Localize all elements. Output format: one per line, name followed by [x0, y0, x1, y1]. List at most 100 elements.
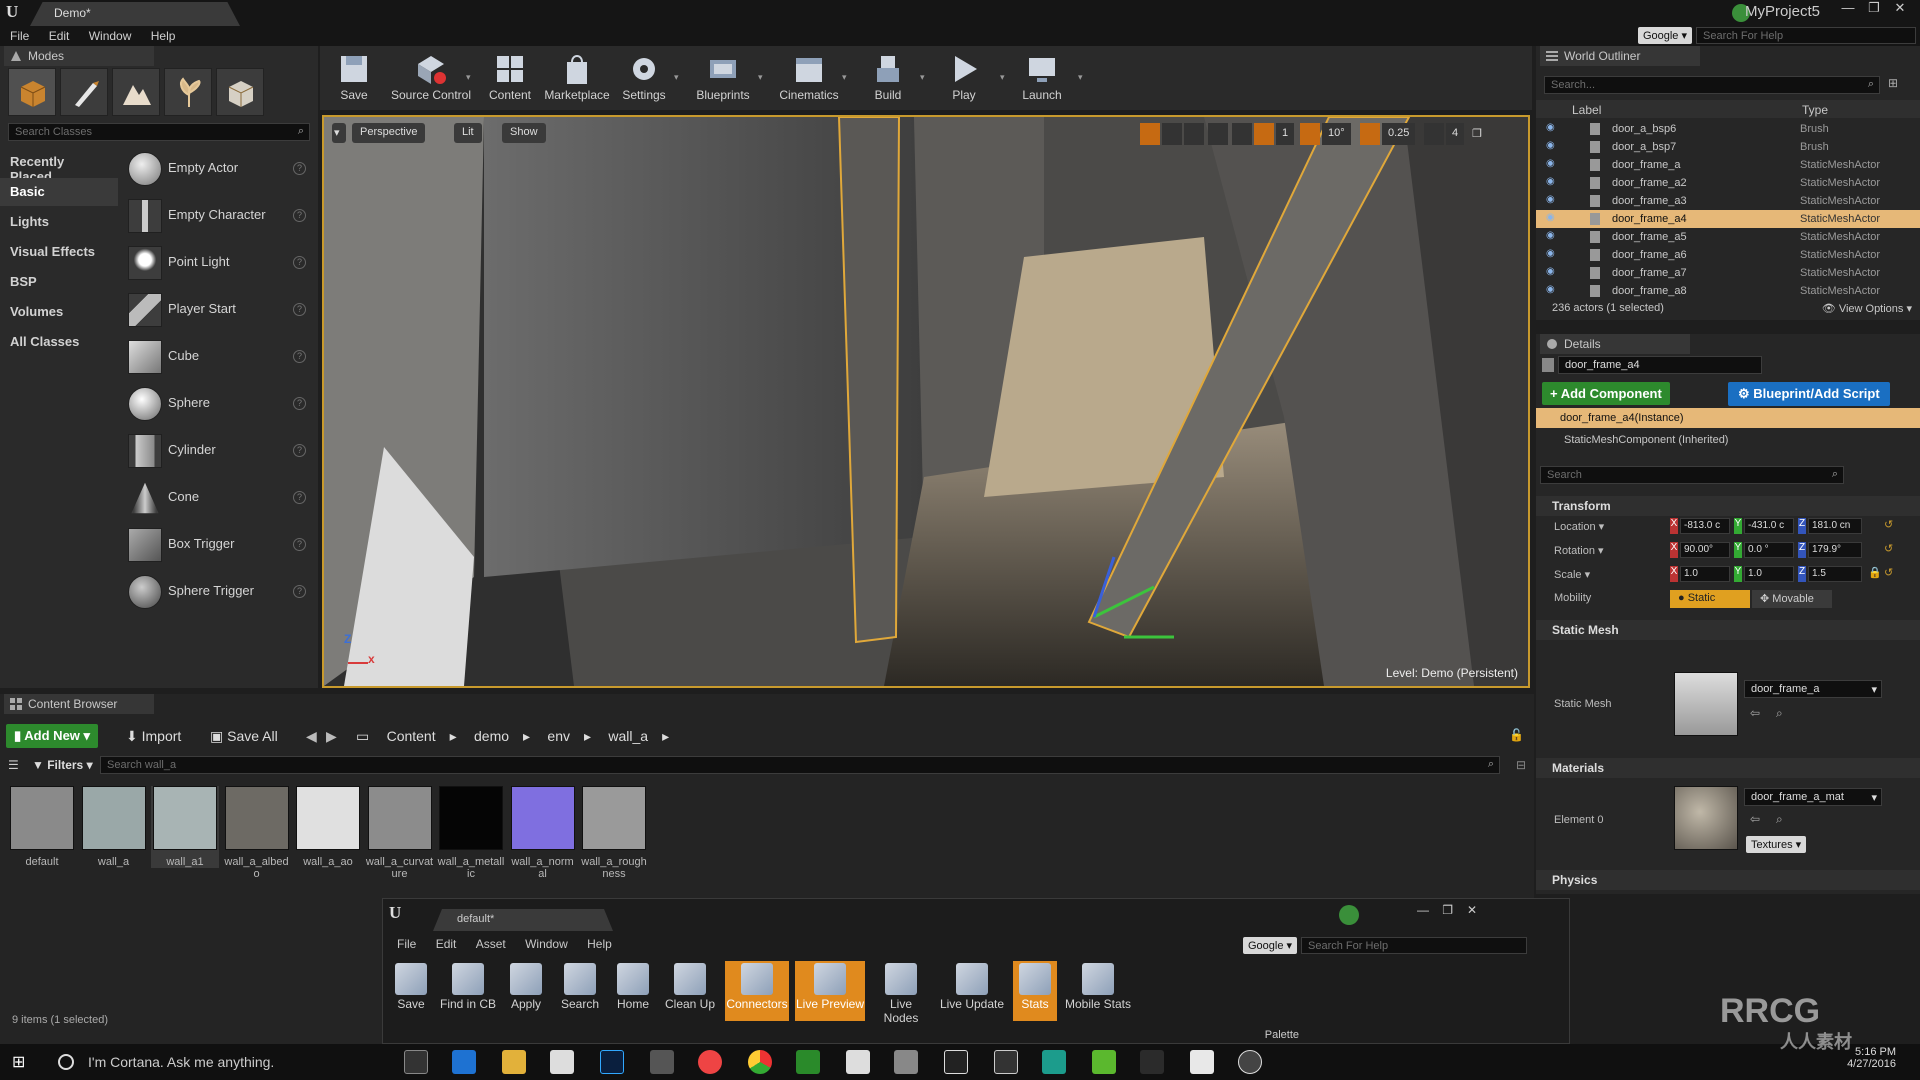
asset-tile[interactable]: wall_a_curvature	[366, 786, 434, 880]
scale-label[interactable]: Scale ▾	[1554, 568, 1590, 581]
location-z-input[interactable]: 181.0 cn	[1808, 518, 1862, 534]
palette-tab[interactable]: Palette	[1265, 1029, 1299, 1041]
mat-save-button[interactable]: Save	[389, 961, 433, 1021]
actor-name-input[interactable]: door_frame_a4	[1558, 356, 1762, 374]
help-icon[interactable]: ?	[293, 491, 306, 504]
scale-z-input[interactable]: 1.5	[1808, 566, 1862, 582]
app-icon[interactable]	[1190, 1050, 1214, 1074]
place-item-empty-actor[interactable]: Empty Actor ?	[122, 148, 312, 190]
location-y-input[interactable]: -431.0 c	[1744, 518, 1794, 534]
task-view-icon[interactable]	[404, 1050, 428, 1074]
visibility-eye-icon[interactable]: ◉	[1546, 158, 1558, 170]
lit-button[interactable]: Lit	[454, 123, 482, 143]
help-search-input[interactable]: Search For Help	[1696, 27, 1916, 44]
mat-live-update-button[interactable]: Live Update	[937, 961, 1007, 1021]
textures-dropdown[interactable]: Textures ▾	[1746, 836, 1807, 853]
rotate-tool-icon[interactable]	[1162, 123, 1182, 145]
google-dropdown[interactable]: Google ▾	[1637, 27, 1692, 44]
visibility-eye-icon[interactable]: ◉	[1546, 122, 1558, 134]
cinematics-dropdown-icon[interactable]: ▾	[842, 72, 847, 83]
cinematics-button[interactable]: Cinematics	[772, 48, 846, 108]
mat-live-preview-button[interactable]: Live Preview	[795, 961, 865, 1021]
asset-tile[interactable]: default	[8, 786, 76, 868]
help-icon[interactable]: ?	[293, 444, 306, 457]
details-search-input[interactable]: Search ⌕	[1540, 466, 1844, 484]
reset-location-icon[interactable]: ↺	[1884, 518, 1893, 531]
app-icon[interactable]	[796, 1050, 820, 1074]
location-x-input[interactable]: -813.0 c	[1680, 518, 1730, 534]
launch-dropdown-icon[interactable]: ▾	[1078, 72, 1083, 83]
maximize-viewport-icon[interactable]: ❐	[1466, 123, 1486, 145]
lock-icon[interactable]: 🔓	[1509, 728, 1524, 742]
clock[interactable]: 5:16 PM 4/27/2016	[1847, 1046, 1896, 1070]
cortana-search[interactable]: I'm Cortana. Ask me anything.	[88, 1054, 274, 1070]
paint-mode-button[interactable]	[60, 68, 108, 116]
photoshop-icon[interactable]	[600, 1050, 624, 1074]
content-button[interactable]: Content	[482, 48, 538, 108]
maximize-button[interactable]: ❐	[1442, 903, 1453, 917]
place-item-player-start[interactable]: Player Start ?	[122, 289, 312, 331]
asset-tile[interactable]: wall_a_normal	[509, 786, 577, 880]
blueprints-button[interactable]: Blueprints	[688, 48, 758, 108]
rotation-x-input[interactable]: 90.00°	[1680, 542, 1730, 558]
grid-snap-icon[interactable]	[1254, 123, 1274, 145]
place-item-box-trigger[interactable]: Box Trigger ?	[122, 524, 312, 566]
help-icon[interactable]: ?	[293, 256, 306, 269]
help-search-input[interactable]: Search For Help	[1301, 937, 1527, 954]
scale-x-input[interactable]: 1.0	[1680, 566, 1730, 582]
visibility-eye-icon[interactable]: ◉	[1546, 266, 1558, 278]
physics-section[interactable]: Physics	[1536, 870, 1920, 890]
minimize-button[interactable]: —	[1417, 903, 1429, 917]
place-mode-button[interactable]	[8, 68, 56, 116]
help-icon[interactable]: ?	[293, 350, 306, 363]
help-icon[interactable]: ?	[293, 585, 306, 598]
asset-tile[interactable]: wall_a_albedo	[223, 786, 291, 880]
mat-mobile-stats-button[interactable]: Mobile Stats	[1063, 961, 1133, 1021]
source-control-dropdown-icon[interactable]: ▾	[466, 72, 471, 83]
blueprints-dropdown-icon[interactable]: ▾	[758, 72, 763, 83]
windows-start-icon[interactable]: ⊞	[12, 1052, 32, 1072]
instance-row[interactable]: door_frame_a4(Instance)	[1536, 408, 1920, 428]
show-button[interactable]: Show	[502, 123, 546, 143]
outliner-row[interactable]: ◉ door_frame_a6 StaticMeshActor	[1536, 246, 1920, 264]
visibility-eye-icon[interactable]: ◉	[1546, 284, 1558, 296]
outliner-row[interactable]: ◉ door_frame_a3 StaticMeshActor	[1536, 192, 1920, 210]
play-dropdown-icon[interactable]: ▾	[1000, 72, 1005, 83]
geometry-mode-button[interactable]	[216, 68, 264, 116]
landscape-mode-button[interactable]	[112, 68, 160, 116]
static-mesh-thumbnail[interactable]	[1674, 672, 1738, 736]
outliner-row[interactable]: ◉ door_frame_a StaticMeshActor	[1536, 156, 1920, 174]
mat-home-button[interactable]: Home	[611, 961, 655, 1021]
menu-file[interactable]: File	[2, 27, 37, 45]
minimize-button[interactable]: —	[1836, 0, 1860, 18]
file-explorer-icon[interactable]	[502, 1050, 526, 1074]
outliner-row[interactable]: ◉ door_frame_a8 StaticMeshActor	[1536, 282, 1920, 300]
help-icon[interactable]: ?	[293, 303, 306, 316]
edge-icon[interactable]	[452, 1050, 476, 1074]
translate-tool-icon[interactable]	[1140, 123, 1160, 145]
visibility-eye-icon[interactable]: ◉	[1546, 176, 1558, 188]
mobility-movable-button[interactable]: ✥ Movable	[1752, 590, 1832, 608]
material-thumbnail[interactable]	[1674, 786, 1738, 850]
place-item-cylinder[interactable]: Cylinder ?	[122, 430, 312, 472]
scale-y-input[interactable]: 1.0	[1744, 566, 1794, 582]
place-item-empty-character[interactable]: Empty Character ?	[122, 195, 312, 237]
category-lights[interactable]: Lights	[0, 208, 118, 236]
mat-live-nodes-button[interactable]: Live Nodes	[871, 961, 931, 1025]
source-control-button[interactable]: Source Control	[386, 48, 476, 108]
settings-dropdown-icon[interactable]: ▾	[674, 72, 679, 83]
close-button[interactable]: ✕	[1467, 903, 1477, 917]
col-label-header[interactable]: Label	[1572, 103, 1601, 117]
static-mesh-dropdown[interactable]: door_frame_a ▾	[1744, 680, 1882, 698]
maximize-button[interactable]: ❐	[1862, 0, 1886, 18]
outliner-add-folder-icon[interactable]: ⊞	[1888, 76, 1906, 94]
category-bsp[interactable]: BSP	[0, 268, 118, 296]
mat-stats-button[interactable]: Stats	[1013, 961, 1057, 1021]
asset-tile[interactable]: wall_a_roughness	[580, 786, 648, 880]
mobility-static-button[interactable]: ● Static	[1670, 590, 1750, 608]
launch-button[interactable]: Launch	[1014, 48, 1070, 108]
category-recently-placed[interactable]: Recently Placed	[0, 148, 118, 184]
lock-scale-icon[interactable]: 🔒	[1868, 566, 1882, 579]
play-button[interactable]: Play	[936, 48, 992, 108]
cortana-circle-icon[interactable]	[58, 1054, 74, 1070]
